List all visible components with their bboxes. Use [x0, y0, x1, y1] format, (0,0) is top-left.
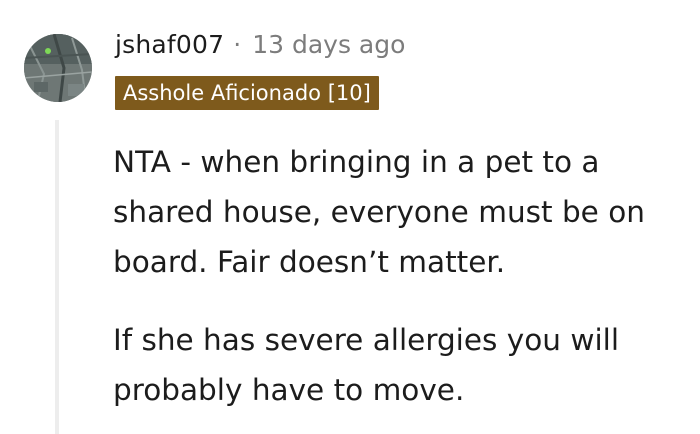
user-avatar[interactable]: [24, 34, 92, 102]
comment-paragraph: NTA - when bringing in a pet to a shared…: [113, 145, 645, 279]
meta-separator: ·: [233, 29, 242, 59]
user-flair-badge: Asshole Aficionado [10]: [115, 76, 379, 110]
comment: jshaf007 · 13 days ago Asshole Aficionad…: [0, 0, 700, 434]
timestamp-link[interactable]: 13 days ago: [252, 30, 405, 59]
comment-body: NTA - when bringing in a pet to a shared…: [113, 137, 698, 415]
username-link[interactable]: jshaf007: [115, 30, 224, 59]
comment-paragraph: If she has severe allergies you will pro…: [113, 323, 620, 407]
avatar-image: [24, 34, 92, 102]
thread-collapse-line[interactable]: [55, 120, 59, 434]
comment-header: jshaf007 · 13 days ago: [115, 24, 405, 64]
